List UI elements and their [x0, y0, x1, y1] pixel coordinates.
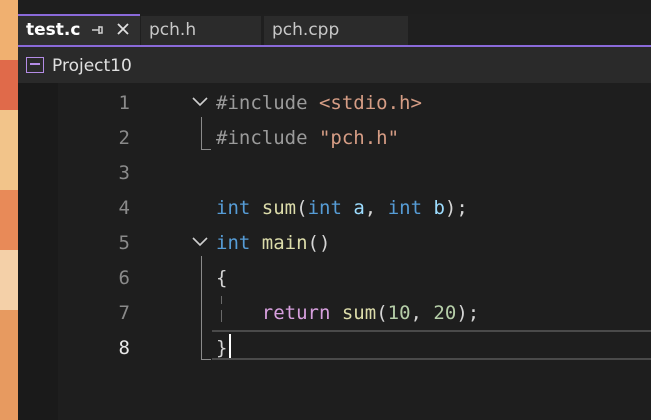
code-token: (: [376, 302, 388, 324]
include-fold-guide: [201, 117, 202, 150]
line-number: 2: [118, 127, 130, 149]
collapse-chevron-icon[interactable]: [190, 232, 210, 252]
main-fold-guide-end: [201, 359, 211, 360]
tab-label: test.c: [26, 20, 81, 40]
line-number: 3: [118, 162, 130, 184]
code-line[interactable]: int sum(int a, int b);: [216, 196, 468, 220]
code-token: int: [216, 232, 251, 254]
line-number: 8: [118, 337, 130, 359]
line-number: 4: [118, 197, 130, 219]
code-line[interactable]: return sum(10, 20);: [216, 301, 479, 325]
code-token: );: [456, 302, 480, 324]
tab-test-c[interactable]: test.c: [18, 14, 140, 45]
code-token: 20: [433, 302, 457, 324]
code-token: (: [296, 197, 308, 219]
line-number: 7: [118, 302, 130, 324]
code-token: "pch.h": [318, 127, 400, 149]
current-line-highlight: [212, 330, 651, 360]
code-token: sum: [261, 197, 297, 219]
code-token: #include: [216, 92, 319, 114]
code-line[interactable]: #include "pch.h": [216, 126, 399, 150]
code-token: sum: [341, 302, 377, 324]
project-dropdown[interactable]: Project10: [52, 55, 132, 77]
collapse-chevron-icon[interactable]: [190, 92, 210, 112]
code-token: <stdio.h>: [318, 92, 422, 114]
code-token: ,: [364, 197, 388, 219]
code-token: return: [261, 302, 331, 324]
code-token: );: [444, 197, 468, 219]
code-token: (): [307, 232, 331, 254]
code-line[interactable]: }: [216, 336, 227, 360]
background-window-strip: [0, 0, 18, 420]
code-line[interactable]: {: [216, 266, 227, 290]
code-token: 10: [387, 302, 411, 324]
code-token: main: [261, 232, 308, 254]
project-icon: [26, 57, 44, 73]
code-line[interactable]: int main(): [216, 231, 330, 255]
tab-pch-h[interactable]: pch.h: [141, 16, 261, 45]
code-token: a: [353, 197, 365, 219]
code-token: #include: [216, 127, 319, 149]
code-token: int: [216, 197, 251, 219]
include-fold-guide-end: [201, 149, 211, 150]
main-fold-guide: [201, 256, 202, 360]
line-number: 1: [118, 92, 130, 114]
code-token: int: [307, 197, 342, 219]
tab-label: pch.h: [149, 20, 197, 40]
code-token: b: [433, 197, 445, 219]
tab-label: pch.cpp: [272, 20, 340, 40]
code-token: }: [216, 337, 228, 359]
code-token: {: [216, 267, 228, 289]
editor-margin: [18, 83, 58, 420]
tab-pch-cpp[interactable]: pch.cpp: [264, 16, 408, 45]
line-number: 5: [118, 232, 130, 254]
indent-guide: [221, 310, 222, 322]
code-line[interactable]: #include <stdio.h>: [216, 91, 422, 115]
code-token: ,: [410, 302, 434, 324]
line-number: 6: [118, 267, 130, 289]
code-token: int: [387, 197, 423, 219]
text-cursor: [229, 334, 231, 358]
indent-guide: [221, 296, 222, 304]
